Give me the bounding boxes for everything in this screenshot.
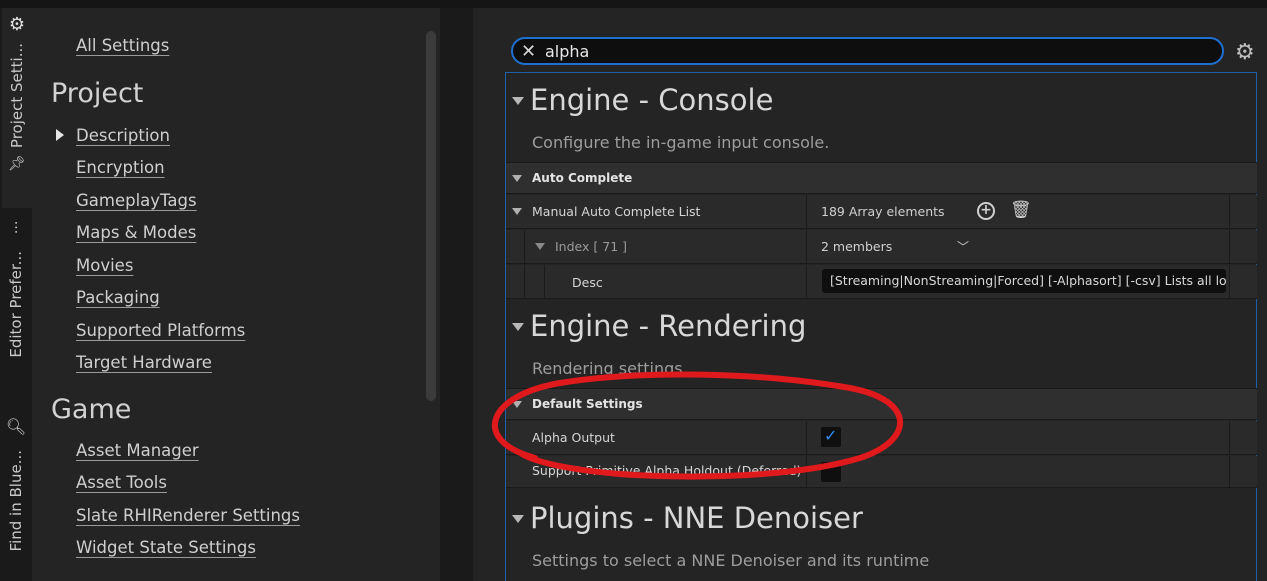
project-settings-window: ⚙ Project Setti... 📌︎ ⫶ Editor Prefer...… bbox=[0, 0, 1267, 581]
desc-label: Desc bbox=[572, 275, 603, 290]
nav-item-slate-rhirenderer[interactable]: Slate RHIRenderer Settings bbox=[76, 506, 300, 525]
indent-guide bbox=[544, 265, 545, 299]
nav-item-packaging[interactable]: Packaging bbox=[76, 288, 160, 307]
sliders-icon: ⫶ bbox=[13, 219, 18, 238]
property-row-manual-auto-complete: Manual Auto Complete List 189 Array elem… bbox=[506, 195, 1257, 229]
panel-splitter[interactable] bbox=[440, 8, 473, 581]
tab-find-in-blueprints[interactable]: 🔍︎ Find in Blue... bbox=[0, 413, 32, 573]
nav-item-gameplaytags[interactable]: GameplayTags bbox=[76, 191, 197, 210]
column-divider bbox=[1229, 265, 1230, 298]
nav-item-target-hardware[interactable]: Target Hardware bbox=[76, 353, 212, 372]
collapse-section-icon[interactable] bbox=[512, 323, 524, 331]
index-members: 2 members bbox=[821, 239, 893, 254]
category-label: Default Settings bbox=[532, 397, 643, 411]
collapse-index-icon[interactable] bbox=[535, 243, 545, 250]
column-divider bbox=[806, 456, 807, 487]
nav-item-maps-modes[interactable]: Maps & Modes bbox=[76, 223, 196, 242]
clear-search-icon[interactable]: ✕ bbox=[521, 41, 536, 62]
tab-find-in-blueprints-label: Find in Blue... bbox=[7, 450, 25, 552]
trash-icon[interactable]: 🗑︎ bbox=[1010, 200, 1032, 220]
property-row-alpha-holdout: Support Primitive Alpha Holdout (Deferre… bbox=[506, 456, 1257, 488]
alpha-holdout-checkbox[interactable] bbox=[821, 462, 841, 482]
section-title-nne: Plugins - NNE Denoiser bbox=[530, 501, 863, 535]
nav-item-description[interactable]: Description bbox=[76, 126, 170, 145]
category-auto-complete[interactable]: Auto Complete bbox=[506, 162, 1257, 194]
column-divider bbox=[806, 195, 807, 228]
collapse-array-icon[interactable] bbox=[512, 208, 522, 215]
chevron-down-icon[interactable]: ﹀ bbox=[957, 238, 969, 255]
column-divider bbox=[806, 421, 807, 454]
category-label: Auto Complete bbox=[532, 171, 633, 185]
section-title-rendering: Engine - Rendering bbox=[530, 309, 807, 343]
collapse-section-icon[interactable] bbox=[512, 97, 524, 105]
collapse-category-icon[interactable] bbox=[512, 175, 522, 182]
alpha-holdout-label: Support Primitive Alpha Holdout (Deferre… bbox=[532, 463, 802, 478]
nav-scrollbar[interactable] bbox=[426, 31, 436, 401]
nav-item-asset-tools[interactable]: Asset Tools bbox=[76, 473, 167, 492]
desc-text-field[interactable]: [Streaming|NonStreaming|Forced] [-Alphas… bbox=[822, 269, 1226, 293]
collapse-section-icon[interactable] bbox=[512, 515, 524, 523]
nav-game-header: Game bbox=[51, 394, 132, 425]
alpha-output-label: Alpha Output bbox=[532, 430, 615, 445]
array-count: 189 Array elements bbox=[821, 204, 945, 219]
nav-item-asset-manager[interactable]: Asset Manager bbox=[76, 441, 199, 460]
section-title-console: Engine - Console bbox=[530, 83, 774, 117]
indent-guide bbox=[524, 265, 525, 299]
gear-icon[interactable]: ⚙ bbox=[1235, 40, 1255, 65]
indent-guide bbox=[524, 230, 525, 264]
nav-item-widget-state[interactable]: Widget State Settings bbox=[76, 538, 256, 557]
column-divider bbox=[1229, 421, 1230, 454]
collapse-category-icon[interactable] bbox=[512, 401, 522, 408]
alpha-output-checkbox[interactable]: ✓ bbox=[821, 426, 841, 447]
details-panel: ✕ alpha ⚙ Engine - Console Configure the… bbox=[473, 8, 1267, 581]
property-row-index: Index [ 71 ] 2 members ﹀ bbox=[506, 230, 1257, 264]
category-default-settings[interactable]: Default Settings bbox=[506, 388, 1257, 420]
property-row-alpha-output: Alpha Output ✓ bbox=[506, 421, 1257, 455]
property-row-desc: Desc [Streaming|NonStreaming|Forced] [-A… bbox=[506, 265, 1257, 299]
column-divider bbox=[1229, 456, 1230, 487]
nav-item-encryption[interactable]: Encryption bbox=[76, 158, 165, 177]
section-desc-console: Configure the in-game input console. bbox=[532, 133, 830, 152]
column-divider bbox=[1229, 230, 1230, 263]
side-tab-bar: ⚙ Project Setti... 📌︎ ⫶ Editor Prefer...… bbox=[0, 8, 32, 581]
tab-project-settings[interactable]: ⚙ Project Setti... 📌︎ bbox=[0, 8, 32, 208]
settings-content: Engine - Console Configure the in-game i… bbox=[505, 72, 1257, 581]
section-desc-nne: Settings to select a NNE Denoiser and it… bbox=[532, 551, 930, 570]
checkmark-icon: ✓ bbox=[824, 426, 838, 445]
tab-editor-preferences[interactable]: ⫶ Editor Prefer... bbox=[0, 213, 32, 373]
pin-icon[interactable]: 📌︎ bbox=[8, 156, 26, 172]
column-divider bbox=[806, 230, 807, 263]
search-input-value[interactable]: alpha bbox=[545, 42, 589, 61]
index-label: Index [ 71 ] bbox=[555, 239, 627, 254]
nav-item-supported-platforms[interactable]: Supported Platforms bbox=[76, 321, 245, 340]
search-input[interactable]: ✕ alpha bbox=[511, 37, 1224, 65]
property-name: Manual Auto Complete List bbox=[532, 204, 701, 219]
column-divider bbox=[1229, 195, 1230, 228]
tab-editor-preferences-label: Editor Prefer... bbox=[7, 251, 25, 358]
nav-project-header: Project bbox=[51, 78, 144, 109]
expand-arrow-icon bbox=[56, 129, 64, 141]
add-element-icon[interactable]: + bbox=[977, 202, 995, 220]
nav-item-movies[interactable]: Movies bbox=[76, 256, 133, 275]
nav-all-settings[interactable]: All Settings bbox=[76, 36, 169, 55]
section-desc-rendering: Rendering settings. bbox=[532, 359, 688, 378]
project-settings-icon: ⚙ bbox=[8, 14, 26, 35]
column-divider bbox=[806, 265, 807, 298]
find-icon: 🔍︎ bbox=[5, 417, 27, 436]
settings-nav-panel: All Settings Project Description Encrypt… bbox=[32, 8, 440, 581]
tab-project-settings-label: Project Setti... bbox=[8, 43, 26, 149]
